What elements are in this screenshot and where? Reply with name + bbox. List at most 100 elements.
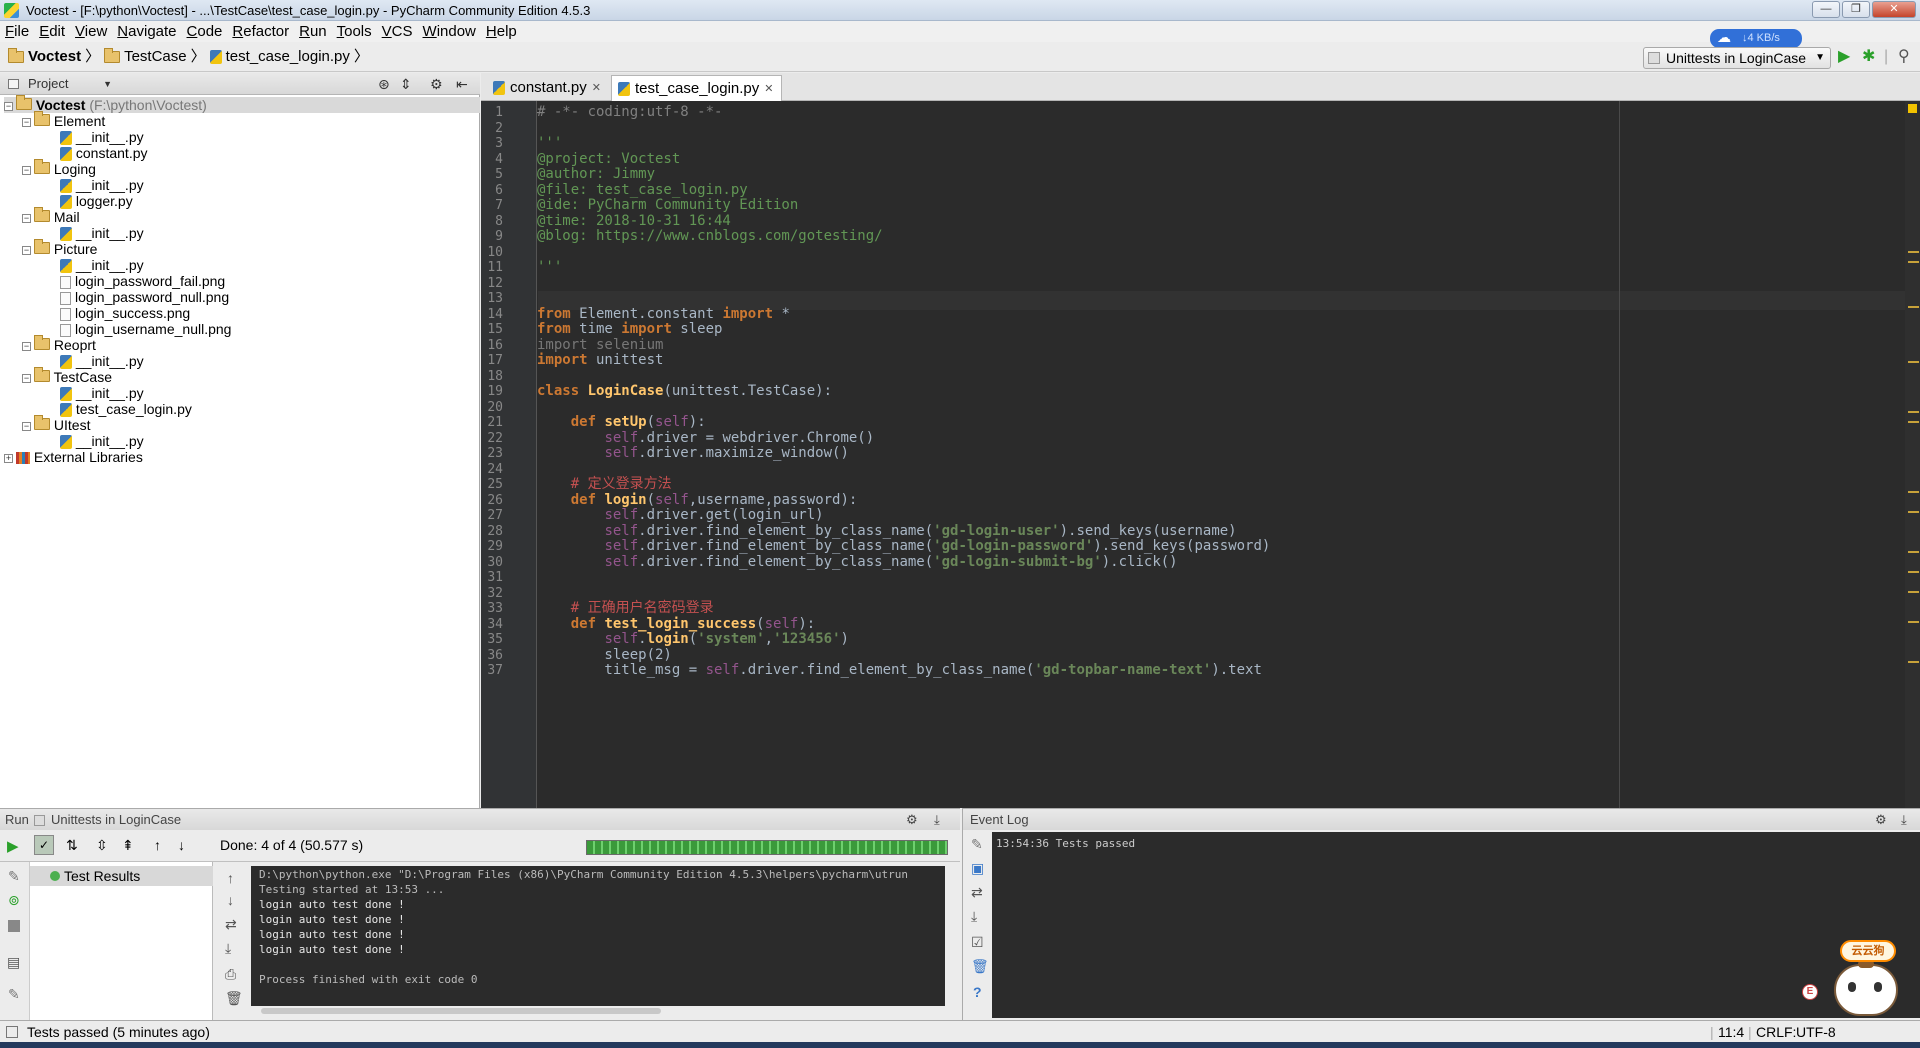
- collapse-toggle-icon[interactable]: −: [22, 213, 31, 223]
- menu-edit[interactable]: Edit: [34, 21, 70, 42]
- caret-position[interactable]: 11:4: [1718, 1021, 1744, 1043]
- menu-navigate[interactable]: Navigate: [112, 21, 181, 42]
- collapse-toggle-icon[interactable]: −: [22, 341, 31, 351]
- collapse-toggle-icon[interactable]: −: [4, 101, 13, 111]
- hide-panel-icon[interactable]: ⤓: [934, 809, 940, 831]
- panel-toggle-icon[interactable]: [6, 1026, 18, 1038]
- breadcrumb-project[interactable]: Voctest: [8, 42, 81, 72]
- coverage-icon[interactable]: ⊚: [8, 892, 20, 909]
- tree-file-init[interactable]: __init__.py: [60, 433, 144, 450]
- tree-node-picture[interactable]: − Picture: [22, 239, 97, 257]
- tree-node-element[interactable]: − Element: [22, 111, 105, 129]
- tree-file-init[interactable]: __init__.py: [60, 177, 144, 194]
- pin-icon[interactable]: ✎: [8, 868, 20, 885]
- expand-all-icon[interactable]: ⇳: [96, 837, 108, 854]
- menu-help[interactable]: Help: [481, 21, 522, 42]
- tree-node-testcase[interactable]: − TestCase: [22, 367, 112, 385]
- layout-icon[interactable]: ▤: [7, 954, 20, 971]
- tree-file-init[interactable]: __init__.py: [60, 353, 144, 370]
- run-console[interactable]: D:\python\python.exe "D:\Program Files (…: [251, 866, 945, 1006]
- trash-icon[interactable]: 🗑: [971, 958, 989, 975]
- menu-code[interactable]: Code: [182, 21, 228, 42]
- mark-read-icon[interactable]: ☑: [971, 934, 984, 951]
- menu-run[interactable]: Run: [294, 21, 332, 42]
- menu-vcs[interactable]: VCS: [377, 21, 418, 42]
- tree-file-init[interactable]: __init__.py: [60, 129, 144, 146]
- trash-icon[interactable]: 🗑: [225, 990, 243, 1007]
- next-icon[interactable]: ↓: [178, 837, 185, 853]
- gear-icon[interactable]: ⚙: [906, 809, 918, 831]
- tree-file-constant[interactable]: constant.py: [60, 145, 148, 162]
- tree-node-reoprt[interactable]: − Reoprt: [22, 335, 96, 353]
- collapse-toggle-icon[interactable]: −: [22, 245, 31, 255]
- up-arrow-icon[interactable]: ↑: [227, 870, 234, 886]
- sync-icon[interactable]: ⊛: [378, 73, 390, 95]
- tree-node-root[interactable]: − Voctest (F:\python\Voctest): [4, 95, 480, 113]
- restore-button[interactable]: ❐: [1842, 1, 1870, 18]
- collapse-all-icon[interactable]: ⇞: [122, 837, 134, 854]
- menu-file[interactable]: File: [0, 21, 34, 42]
- search-icon[interactable]: ⚲: [1898, 48, 1910, 66]
- tree-file-png[interactable]: login_password_null.png: [60, 289, 229, 305]
- close-tab-icon[interactable]: ✕: [764, 76, 773, 102]
- tab-constant[interactable]: constant.py ✕: [487, 75, 609, 101]
- stop-icon[interactable]: [8, 920, 20, 932]
- tree-file-png[interactable]: login_success.png: [60, 305, 190, 321]
- hide-panel-icon[interactable]: ⇤: [456, 73, 468, 95]
- collapse-toggle-icon[interactable]: −: [22, 117, 31, 127]
- collapse-icon[interactable]: ⇕: [400, 73, 412, 95]
- minimize-button[interactable]: —: [1812, 1, 1840, 18]
- tree-node-loging[interactable]: − Loging: [22, 159, 96, 177]
- tree-file-png[interactable]: login_password_fail.png: [60, 273, 225, 289]
- expand-toggle-icon[interactable]: +: [4, 453, 13, 463]
- tree-file-init[interactable]: __init__.py: [60, 385, 144, 402]
- tree-file-init[interactable]: __init__.py: [60, 225, 144, 242]
- menu-tools[interactable]: Tools: [332, 21, 377, 42]
- tree-file-init[interactable]: __init__.py: [60, 257, 144, 274]
- close-button[interactable]: ✕: [1872, 1, 1916, 18]
- breadcrumb-folder[interactable]: TestCase: [104, 42, 187, 72]
- file-encoding[interactable]: UTF-8: [1796, 1021, 1836, 1043]
- tree-file-png[interactable]: login_username_null.png: [60, 321, 231, 337]
- help-icon[interactable]: ?: [973, 984, 982, 1000]
- project-view-select[interactable]: Project ▼: [28, 73, 112, 95]
- rerun-icon[interactable]: ▶: [7, 837, 19, 855]
- debug-icon[interactable]: ✱: [1862, 48, 1875, 66]
- editor-scrollbar-markers[interactable]: [1905, 101, 1920, 808]
- tab-test-case-login[interactable]: test_case_login.py ✕: [611, 75, 783, 102]
- run-icon[interactable]: ▶: [1838, 48, 1850, 66]
- soft-wrap-icon[interactable]: ⇄: [225, 916, 237, 933]
- tree-file-test-case-login[interactable]: test_case_login.py: [60, 401, 192, 418]
- collapse-toggle-icon[interactable]: −: [22, 421, 31, 431]
- menu-view[interactable]: View: [70, 21, 112, 42]
- tree-file-logger[interactable]: logger.py: [60, 193, 133, 210]
- status-message[interactable]: Tests passed (5 minutes ago): [27, 1021, 210, 1043]
- scroll-to-end-icon[interactable]: ⤓: [225, 940, 231, 957]
- collapse-toggle-icon[interactable]: −: [22, 165, 31, 175]
- pin-tab-icon[interactable]: ✎: [8, 986, 20, 1003]
- down-arrow-icon[interactable]: ↓: [227, 892, 234, 908]
- breadcrumb-file[interactable]: test_case_login.py: [209, 42, 350, 72]
- soft-wrap-icon[interactable]: ⇄: [971, 884, 983, 901]
- collapse-toggle-icon[interactable]: −: [22, 373, 31, 383]
- sort-icon[interactable]: ⇅: [66, 837, 78, 854]
- gear-icon[interactable]: ⚙: [430, 73, 443, 95]
- close-tab-icon[interactable]: ✕: [592, 75, 601, 101]
- test-results-node[interactable]: Test Results: [30, 866, 213, 886]
- print-icon[interactable]: ⎙: [225, 966, 236, 983]
- run-configuration-select[interactable]: Unittests in LoginCase ▼: [1643, 47, 1831, 69]
- balloon-icon[interactable]: ▣: [971, 860, 984, 877]
- show-passed-icon[interactable]: ✓: [34, 835, 54, 855]
- previous-icon[interactable]: ↑: [154, 837, 161, 853]
- tree-node-uitest[interactable]: − UItest: [22, 415, 90, 433]
- menu-window[interactable]: Window: [418, 21, 481, 42]
- scroll-to-end-icon[interactable]: ⤓: [971, 908, 977, 925]
- hide-panel-icon[interactable]: ⤓: [1901, 809, 1907, 831]
- console-horizontal-scrollbar[interactable]: [261, 1008, 661, 1014]
- code-editor[interactable]: 1 # -*- coding:utf-8 -*- 2 3 ''' 4 @project: V…: [481, 101, 1920, 808]
- tree-node-mail[interactable]: − Mail: [22, 207, 80, 225]
- gear-icon[interactable]: ⚙: [1875, 809, 1887, 831]
- e-badge-icon[interactable]: E: [1802, 984, 1818, 1000]
- line-separator[interactable]: CRLF:: [1756, 1021, 1796, 1043]
- tree-node-external-libraries[interactable]: + External Libraries: [4, 449, 143, 465]
